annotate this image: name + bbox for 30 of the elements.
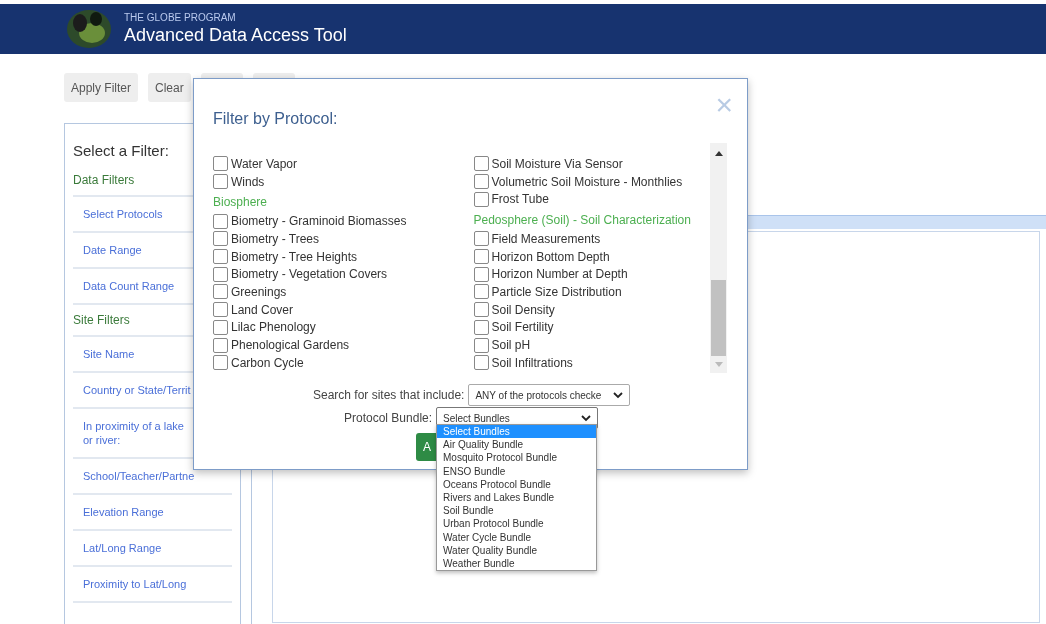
protocol-label: Field Measurements xyxy=(491,230,601,248)
protocol-label: Soil Fertility xyxy=(491,319,554,337)
search-label: Search for sites that include: xyxy=(313,387,465,404)
protocol-label: Frost Tube xyxy=(491,191,549,209)
protocol-label: Soil Infiltrations xyxy=(491,354,573,372)
protocol-label: Soil Moisture Via Sensor xyxy=(491,155,623,173)
dialog-title: Filter by Protocol: xyxy=(213,109,338,129)
app-title: Advanced Data Access Tool xyxy=(124,24,347,46)
protocol-label: Horizon Bottom Depth xyxy=(491,248,610,266)
protocol-label: Horizon Number at Depth xyxy=(491,266,628,284)
bundle-label: Protocol Bundle: xyxy=(344,410,433,427)
protocol-label: Soil pH xyxy=(491,337,531,355)
protocol-label: Biometry - Graminoid Biomasses xyxy=(231,213,407,231)
sidebar-title: Select a Filter: xyxy=(73,141,170,161)
protocol-label: Particle Size Distribution xyxy=(491,283,622,301)
protocol-label: Volumetric Soil Moisture - Monthlies xyxy=(491,173,683,191)
protocol-label: Biometry - Tree Heights xyxy=(231,248,358,266)
org-name: THE GLOBE PROGRAM xyxy=(124,12,237,24)
category-heading: Pedosphere (Soil) - Soil Characterization xyxy=(473,212,692,230)
protocol-label: Water Vapor xyxy=(231,155,298,173)
protocol-label: Land Cover xyxy=(231,301,294,319)
protocol-label: Winds xyxy=(231,173,265,191)
protocol-label: Biometry - Trees xyxy=(231,230,320,248)
protocol-label: Biometry - Vegetation Covers xyxy=(231,266,388,284)
protocol-label: Lilac Phenology xyxy=(231,319,316,337)
category-heading: Biosphere xyxy=(213,194,269,212)
protocol-label: Phenological Gardens xyxy=(231,337,350,355)
protocol-label: Carbon Cycle xyxy=(231,354,304,372)
protocol-label: Greenings xyxy=(231,283,287,301)
protocol-label: Soil Density xyxy=(491,301,555,319)
